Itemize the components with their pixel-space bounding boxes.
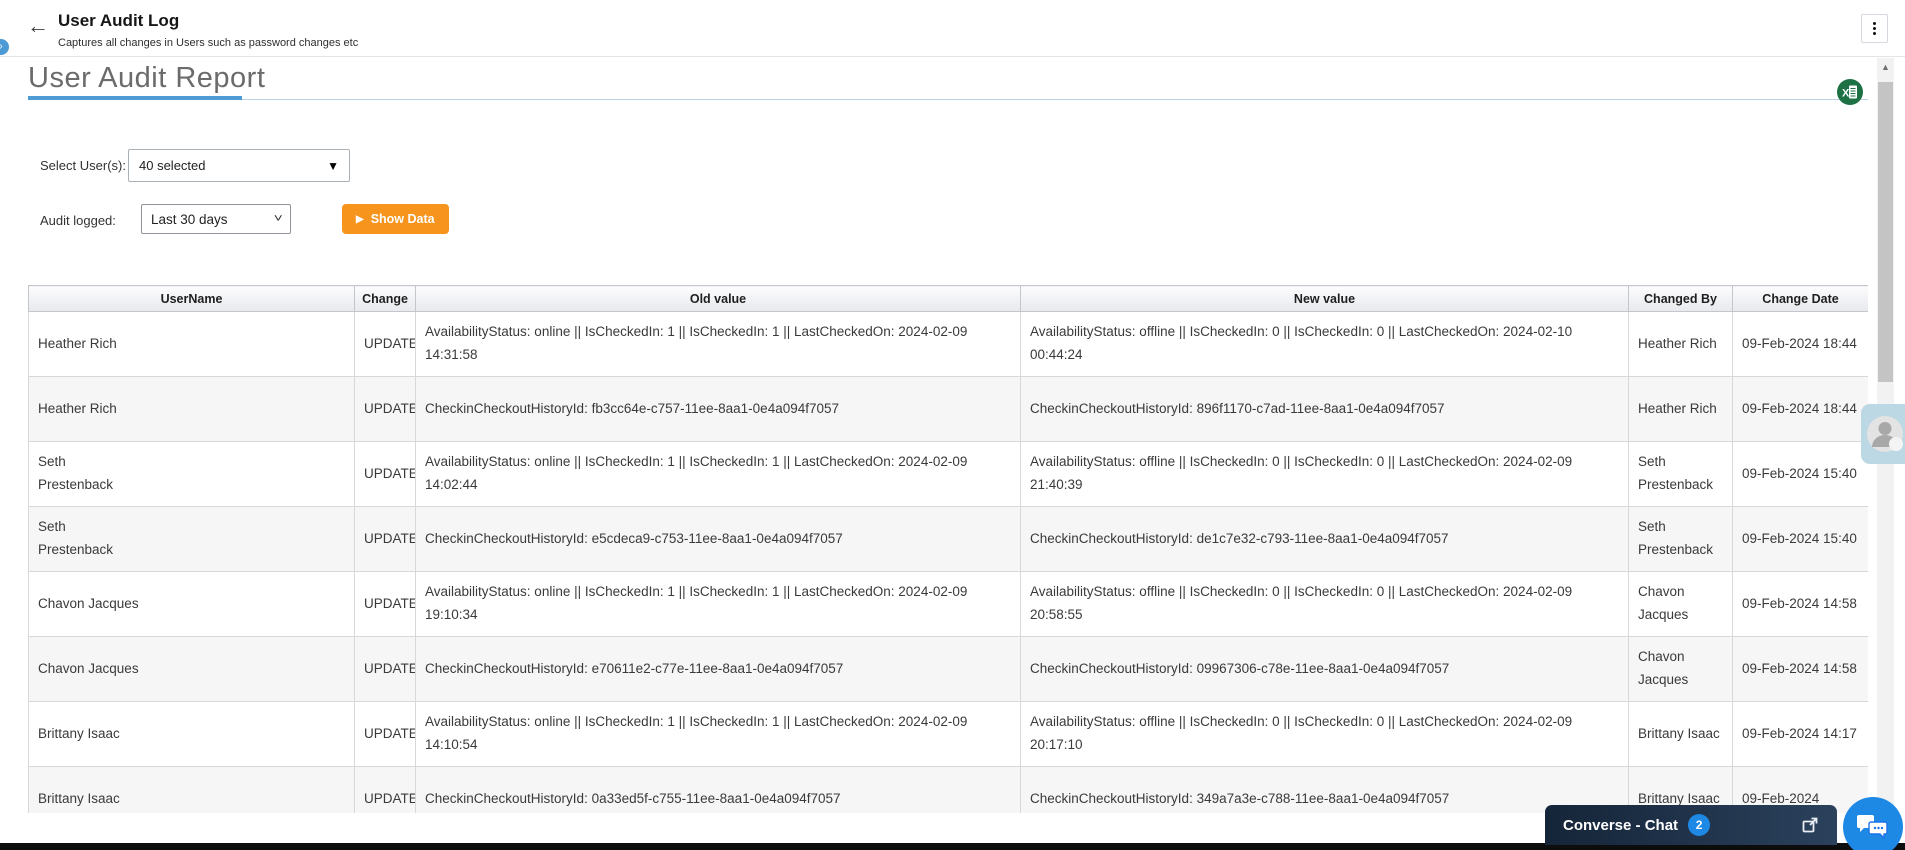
cell-old: CheckinCheckoutHistoryId: e5cdeca9-c753-…: [415, 506, 1021, 572]
table-row: Brittany Isaac UPDATE AvailabilityStatus: …: [28, 701, 1868, 767]
cell-by: Chavon Jacques: [1628, 571, 1733, 637]
back-button[interactable]: ←: [24, 13, 52, 41]
table-row: Seth Prestenback UPDATE CheckinCheckoutHis…: [28, 506, 1868, 572]
cell-user: Chavon Jacques: [28, 636, 355, 702]
heading-accent-underline: [28, 96, 242, 100]
cell-user: Seth Prestenback: [28, 506, 355, 572]
column-header: Old value: [415, 285, 1021, 312]
audit-logged-select[interactable]: Last 30 days ˅: [141, 204, 291, 234]
audit-table-body: Heather Rich UPDATE AvailabilityStatus: on…: [28, 311, 1868, 813]
cell-new: CheckinCheckoutHistoryId: 09967306-c78e-…: [1020, 636, 1629, 702]
cell-new: CheckinCheckoutHistoryId: de1c7e32-c793-…: [1020, 506, 1629, 572]
table-row: Heather Rich UPDATE CheckinCheckoutHistory…: [28, 376, 1868, 442]
cell-new: AvailabilityStatus: offline || IsChecked…: [1020, 311, 1629, 377]
user-audit-log-page: › ← User Audit Log Captures all changes …: [0, 0, 1905, 850]
chevron-down-icon: ˅: [273, 213, 283, 225]
cell-old: CheckinCheckoutHistoryId: fb3cc64e-c757-…: [415, 376, 1021, 442]
chat-fab-button[interactable]: [1843, 797, 1903, 850]
person-icon: [1867, 416, 1903, 452]
column-header: UserName: [28, 285, 355, 312]
cell-date: 09-Feb-2024 14:17: [1732, 701, 1868, 767]
cell-change: UPDATE: [354, 506, 416, 572]
chat-bubbles-icon: [1857, 815, 1888, 840]
cell-new: AvailabilityStatus: offline || IsChecked…: [1020, 571, 1629, 637]
cell-by: Heather Rich: [1628, 311, 1733, 377]
converse-chat-bar[interactable]: Converse - Chat 2: [1545, 805, 1837, 845]
table-row: Chavon Jacques UPDATE AvailabilityStatus: …: [28, 571, 1868, 637]
profile-floating-widget[interactable]: [1861, 404, 1905, 464]
open-in-new-icon[interactable]: [1801, 816, 1819, 834]
column-header: Change Date: [1732, 285, 1868, 312]
cell-new: AvailabilityStatus: offline || IsChecked…: [1020, 441, 1629, 507]
cell-change: UPDATE: [354, 571, 416, 637]
caret-down-icon: ▼: [327, 158, 339, 173]
page-title: User Audit Log: [58, 11, 180, 30]
cell-date: 09-Feb-2024 18:44: [1732, 311, 1868, 377]
select-users-label: Select User(s):: [40, 158, 126, 173]
audit-logged-label: Audit logged:: [40, 213, 116, 228]
chevron-right-icon[interactable]: ›: [0, 39, 9, 55]
table-row: Heather Rich UPDATE AvailabilityStatus: on…: [28, 311, 1868, 377]
cell-date: 09-Feb-2024 18:44: [1732, 376, 1868, 442]
cell-by: Chavon Jacques: [1628, 636, 1733, 702]
cell-change: UPDATE: [354, 311, 416, 377]
cell-date: 09-Feb-2024 15:40: [1732, 441, 1868, 507]
table-header-row: UserName Change Old value New value Changed …: [28, 285, 1868, 312]
table-row: Seth Prestenback UPDATE AvailabilityStatus…: [28, 441, 1868, 507]
cell-new: CheckinCheckoutHistoryId: 896f1170-c7ad-…: [1020, 376, 1629, 442]
cell-change: UPDATE: [354, 636, 416, 702]
kebab-menu-button[interactable]: [1861, 14, 1888, 43]
audit-table: UserName Change Old value New value Changed …: [28, 285, 1868, 813]
cell-user: Chavon Jacques: [28, 571, 355, 637]
cell-change: UPDATE: [354, 441, 416, 507]
cell-change: UPDATE: [354, 766, 416, 813]
report-heading: User Audit Report: [28, 62, 266, 94]
audit-logged-value: Last 30 days: [151, 211, 228, 227]
select-users-dropdown[interactable]: 40 selected ▼: [128, 149, 350, 182]
chat-unread-badge: 2: [1688, 814, 1711, 836]
cell-old: AvailabilityStatus: online || IsCheckedI…: [415, 701, 1021, 767]
page-subtitle: Captures all changes in Users such as pa…: [58, 37, 359, 49]
column-header: New value: [1020, 285, 1629, 312]
cell-new: CheckinCheckoutHistoryId: 349a7a3e-c788-…: [1020, 766, 1629, 813]
cell-by: Brittany Isaac: [1628, 701, 1733, 767]
cell-old: CheckinCheckoutHistoryId: 0a33ed5f-c755-…: [415, 766, 1021, 813]
cell-by: Seth Prestenback: [1628, 441, 1733, 507]
cell-user: Heather Rich: [28, 376, 355, 442]
cell-change: UPDATE: [354, 376, 416, 442]
cell-user: Brittany Isaac: [28, 701, 355, 767]
cell-old: AvailabilityStatus: online || IsCheckedI…: [415, 441, 1021, 507]
scroll-up-arrow-icon[interactable]: ▲: [1877, 62, 1894, 72]
scrollbar-thumb[interactable]: [1878, 82, 1893, 382]
cell-old: AvailabilityStatus: online || IsCheckedI…: [415, 311, 1021, 377]
cell-user: Seth Prestenback: [28, 441, 355, 507]
cell-user: Heather Rich: [28, 311, 355, 377]
heading-divider: [28, 99, 1868, 100]
cell-by: Seth Prestenback: [1628, 506, 1733, 572]
table-row: Chavon Jacques UPDATE CheckinCheckoutHisto…: [28, 636, 1868, 702]
kebab-menu-icon: [1873, 22, 1876, 35]
app-header: › ← User Audit Log Captures all changes …: [0, 0, 1905, 57]
cell-new: AvailabilityStatus: offline || IsChecked…: [1020, 701, 1629, 767]
chat-label: Converse - Chat: [1563, 816, 1679, 834]
cell-date: 09-Feb-2024 14:58: [1732, 636, 1868, 702]
cell-old: CheckinCheckoutHistoryId: e70611e2-c77e-…: [415, 636, 1021, 702]
excel-export-button[interactable]: X: [1837, 79, 1863, 105]
cell-by: Heather Rich: [1628, 376, 1733, 442]
column-header: Changed By: [1628, 285, 1733, 312]
cell-old: AvailabilityStatus: online || IsCheckedI…: [415, 571, 1021, 637]
column-header: Change: [354, 285, 416, 312]
cell-user: Brittany Isaac: [28, 766, 355, 813]
cell-date: 09-Feb-2024 15:40: [1732, 506, 1868, 572]
play-icon: ▶: [356, 213, 364, 225]
select-users-value: 40 selected: [139, 158, 206, 173]
excel-export-icon: X: [1837, 79, 1863, 105]
show-data-button[interactable]: ▶ Show Data: [342, 204, 449, 234]
cell-change: UPDATE: [354, 701, 416, 767]
svg-text:X: X: [1842, 88, 1850, 100]
audit-table-container: UserName Change Old value New value Changed …: [28, 285, 1868, 813]
cell-date: 09-Feb-2024 14:58: [1732, 571, 1868, 637]
show-data-label: Show Data: [370, 212, 435, 226]
